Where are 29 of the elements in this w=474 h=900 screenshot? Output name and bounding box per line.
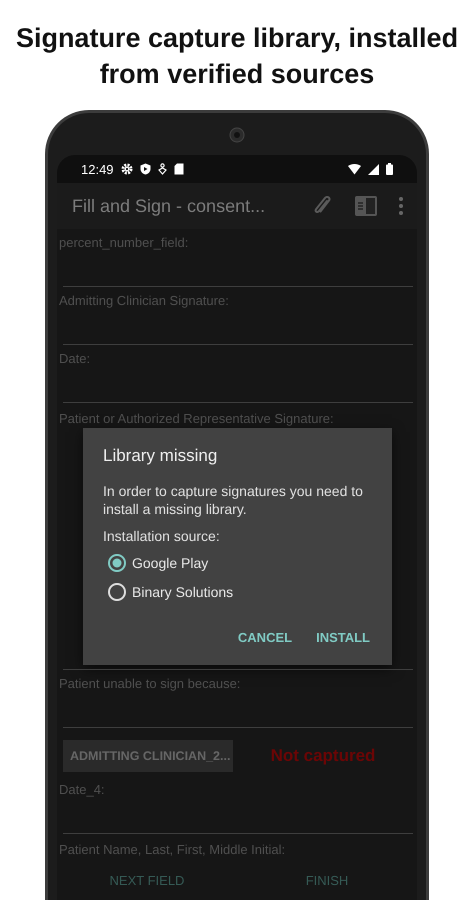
gear-icon xyxy=(120,163,133,175)
signal-icon xyxy=(368,164,379,174)
radio-button[interactable] xyxy=(108,582,126,600)
dialog-title: Library missing xyxy=(103,446,218,466)
more-options-icon[interactable] xyxy=(399,197,403,215)
battery-icon xyxy=(386,163,393,175)
app-title: Fill and Sign - consent... xyxy=(72,196,266,216)
dialog-button[interactable]: INSTALL xyxy=(314,624,372,651)
option-label[interactable]: Google Play xyxy=(132,554,208,570)
headline: Signature capture library, installed from verified sources xyxy=(14,22,460,91)
radio-button[interactable] xyxy=(108,554,126,572)
field-label: Patient unable to sign because: xyxy=(59,675,242,691)
field-label: percent_number_field: xyxy=(59,234,190,250)
wifi-icon xyxy=(348,164,361,174)
field-label: Date_4: xyxy=(59,781,106,797)
status-time: 12:49 xyxy=(81,162,114,176)
signature-status: Not captured xyxy=(270,746,376,766)
camera-icon xyxy=(229,127,245,143)
reader-icon[interactable] xyxy=(355,196,377,216)
field-label: Patient Name, Last, First, Middle Initial: xyxy=(59,841,286,857)
field-label: Date: xyxy=(59,350,92,366)
section-label: Installation source: xyxy=(103,528,221,544)
dialog-button[interactable]: CANCEL xyxy=(236,624,294,651)
dialog-message: In order to capture signatures you need to install a missing library. xyxy=(103,482,364,518)
shield-icon xyxy=(140,163,151,175)
field-label: Admitting Clinician Signature: xyxy=(59,292,230,308)
field-label: Patient or Authorized Representative Signature: xyxy=(59,410,335,426)
option-label[interactable]: Binary Solutions xyxy=(132,584,234,600)
sd-card-icon xyxy=(174,163,184,175)
